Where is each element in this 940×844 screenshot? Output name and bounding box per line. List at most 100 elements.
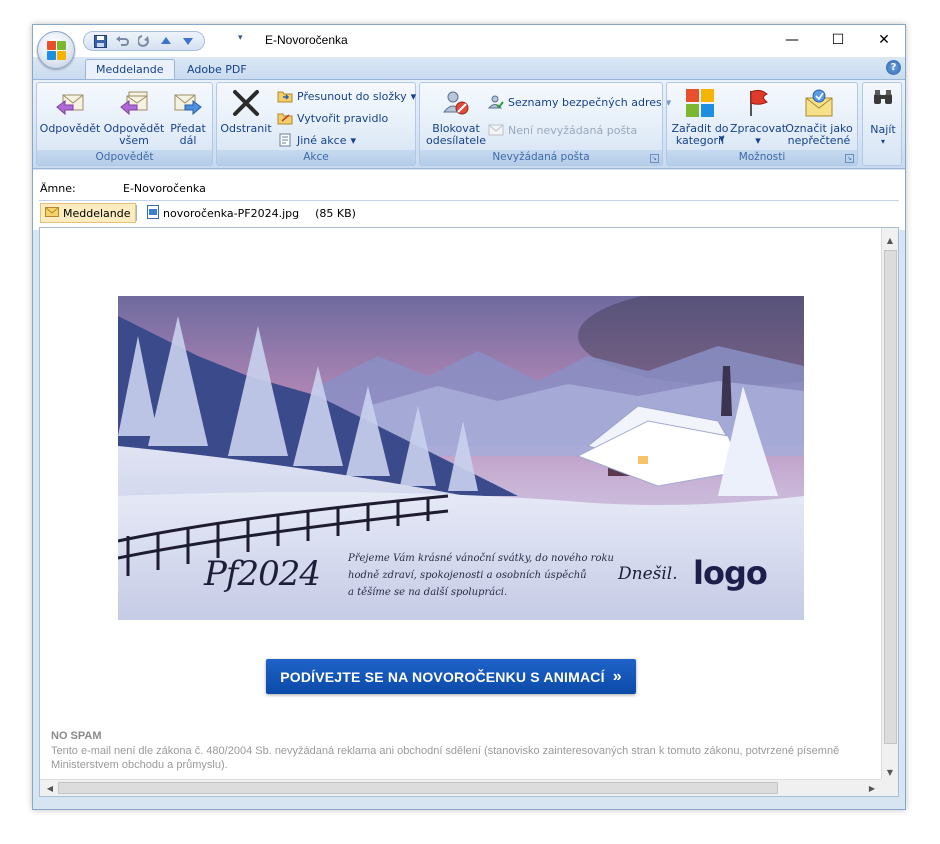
find-button[interactable]: Najít ▾ — [862, 82, 902, 166]
office-logo-tile — [47, 51, 56, 60]
other-actions-label: Jiné akce — [297, 133, 347, 147]
dialog-launcher-icon[interactable]: ↘ — [845, 154, 854, 163]
reply-all-icon — [118, 87, 150, 119]
horizontal-scrollbar[interactable]: ◀ ▶ — [40, 779, 882, 796]
categories-icon — [684, 87, 716, 119]
quick-access-toolbar — [83, 31, 205, 51]
mark-unread-icon — [803, 87, 835, 119]
create-rule-label: Vytvořit pravidlo — [297, 111, 389, 125]
arrow-down-icon[interactable] — [178, 33, 198, 49]
vertical-scroll-thumb[interactable] — [884, 250, 897, 744]
message-tab-label: Meddelande — [63, 206, 131, 220]
greeting-line: a těšíme se na další spolupráci. — [348, 587, 508, 598]
group-actions: Odstranit Přesunout do složky ▾ Vytvořit… — [216, 82, 416, 166]
move-to-folder-label: Přesunout do složky — [297, 89, 407, 103]
scroll-left-icon[interactable]: ◀ — [42, 780, 58, 796]
attachment-divider — [136, 205, 137, 221]
close-button[interactable]: ✕ — [861, 25, 907, 55]
horizontal-scroll-thumb[interactable] — [58, 782, 778, 794]
company-logo: logo — [693, 554, 768, 592]
tab-meddelande[interactable]: Meddelande — [85, 59, 175, 79]
title-bar: ▾ E-Novoročenka — ☐ ✕ — [33, 25, 907, 69]
reply-all-label: Odpovědět všem — [103, 122, 165, 147]
reply-all-button[interactable]: Odpovědět všem — [103, 87, 165, 147]
view-animated-card-button[interactable]: PODÍVEJTE SE NA NOVOROČENKU S ANIMACÍ » — [266, 659, 636, 694]
safe-lists-icon — [488, 94, 504, 110]
scroll-corner — [881, 779, 898, 796]
attachment-tab[interactable]: novoročenka-PF2024.jpg (85 KB) — [143, 203, 360, 223]
office-button[interactable] — [37, 31, 75, 69]
categorize-button[interactable]: Zařadit do kategorií ▾ — [669, 87, 731, 147]
not-junk-label: Není nevyžádaná pošta — [508, 123, 638, 137]
greeting-line: Přejeme Vám krásné vánoční svátky, do no… — [348, 553, 614, 564]
undo-icon[interactable] — [112, 33, 132, 49]
disclaimer-line: Tento e-mail není dle zákona č. 480/2004… — [51, 745, 840, 757]
subject-value: E-Novoročenka — [123, 182, 206, 195]
office-logo-tile — [57, 51, 66, 60]
window-title: E-Novoročenka — [265, 33, 348, 47]
tab-adobe-pdf[interactable]: Adobe PDF — [177, 59, 257, 79]
block-sender-button[interactable]: Blokovat odesílatele — [422, 87, 490, 147]
other-actions-button[interactable]: Jiné akce ▾ — [277, 131, 356, 149]
reply-button[interactable]: Odpovědět — [39, 87, 101, 135]
redo-icon[interactable] — [134, 33, 154, 49]
dialog-launcher-icon[interactable]: ↘ — [650, 154, 659, 163]
image-file-icon — [147, 204, 159, 222]
header-divider — [39, 200, 899, 201]
delete-icon — [230, 87, 262, 119]
office-logo-tile — [47, 41, 56, 50]
greeting-text: Přejeme Vám krásné vánoční svátky, do no… — [348, 550, 614, 601]
ribbon: Odpovědět Odpovědět všem Předat dál Odpo… — [33, 79, 905, 169]
greeting-line: hodně zdraví, spokojenosti a osobních ús… — [348, 570, 587, 581]
attachment-size: (85 KB) — [315, 206, 356, 220]
reply-icon — [54, 87, 86, 119]
group-options: Zařadit do kategorií ▾ Zpracovat ▾ Označ… — [666, 82, 858, 166]
forward-label: Předat dál — [170, 122, 206, 147]
not-junk-icon — [488, 122, 504, 138]
safe-lists-button[interactable]: Seznamy bezpečných adres ▾ — [488, 93, 671, 111]
cta-label: PODÍVEJTE SE NA NOVOROČENKU S ANIMACÍ — [280, 668, 605, 685]
no-spam-title: NO SPAM — [51, 730, 102, 742]
move-to-folder-button[interactable]: Přesunout do složky ▾ — [277, 87, 416, 105]
flag-icon — [742, 87, 774, 119]
delete-label: Odstranit — [220, 122, 272, 135]
create-rule-button[interactable]: Vytvořit pravidlo — [277, 109, 388, 127]
vertical-scrollbar[interactable]: ▲ ▼ — [881, 228, 898, 781]
message-body-tab[interactable]: Meddelande — [40, 203, 136, 223]
scroll-right-icon[interactable]: ▶ — [864, 780, 880, 796]
disclaimer-line: Ministerstvem obchodu a průmyslu). — [51, 759, 228, 771]
rule-icon — [277, 110, 293, 126]
find-label: Najít — [870, 123, 896, 136]
not-junk-button[interactable]: Není nevyžádaná pošta — [488, 121, 637, 139]
arrow-up-icon[interactable] — [156, 33, 176, 49]
follow-up-button[interactable]: Zpracovat ▾ — [730, 87, 786, 147]
scroll-down-icon[interactable]: ▼ — [882, 764, 898, 780]
help-icon[interactable]: ? — [886, 60, 901, 75]
reply-label: Odpovědět — [39, 122, 101, 135]
scroll-up-icon[interactable]: ▲ — [882, 232, 898, 248]
group-respond: Odpovědět Odpovědět všem Předat dál Odpo… — [36, 82, 213, 166]
attachment-name: novoročenka-PF2024.jpg — [163, 206, 300, 220]
block-sender-label: Blokovat odesílatele — [426, 122, 486, 147]
forward-icon — [172, 87, 204, 119]
move-folder-icon — [277, 88, 293, 104]
maximize-button[interactable]: ☐ — [815, 25, 861, 55]
office-logo-tile — [57, 41, 66, 50]
group-junk: Blokovat odesílatele Seznamy bezpečných … — [419, 82, 671, 166]
mark-unread-button[interactable]: Označit jako nepřečtené — [785, 87, 853, 147]
chevron-down-icon: ▾ — [350, 133, 356, 147]
save-icon[interactable] — [90, 33, 110, 49]
outlook-message-window: ▾ E-Novoročenka — ☐ ✕ Meddelande Adobe P… — [32, 24, 906, 810]
safe-lists-label: Seznamy bezpečných adres — [508, 95, 662, 109]
message-header: Ämne: E-Novoročenka Meddelande novoročen… — [33, 170, 905, 230]
customize-toolbar-icon[interactable]: ▾ — [238, 33, 243, 43]
forward-button[interactable]: Předat dál — [167, 87, 209, 147]
new-year-card-image: Pf2024 Přejeme Vám krásné vánoční svátky… — [118, 296, 804, 620]
binoculars-icon — [873, 89, 893, 108]
chevron-down-icon: ▾ — [410, 89, 417, 103]
delete-button[interactable]: Odstranit — [219, 87, 273, 135]
minimize-button[interactable]: — — [769, 25, 815, 55]
group-respond-label: Odpovědět — [37, 150, 212, 165]
mark-unread-label: Označit jako nepřečtené — [785, 122, 853, 147]
chevron-down-icon: ▾ — [719, 132, 725, 145]
